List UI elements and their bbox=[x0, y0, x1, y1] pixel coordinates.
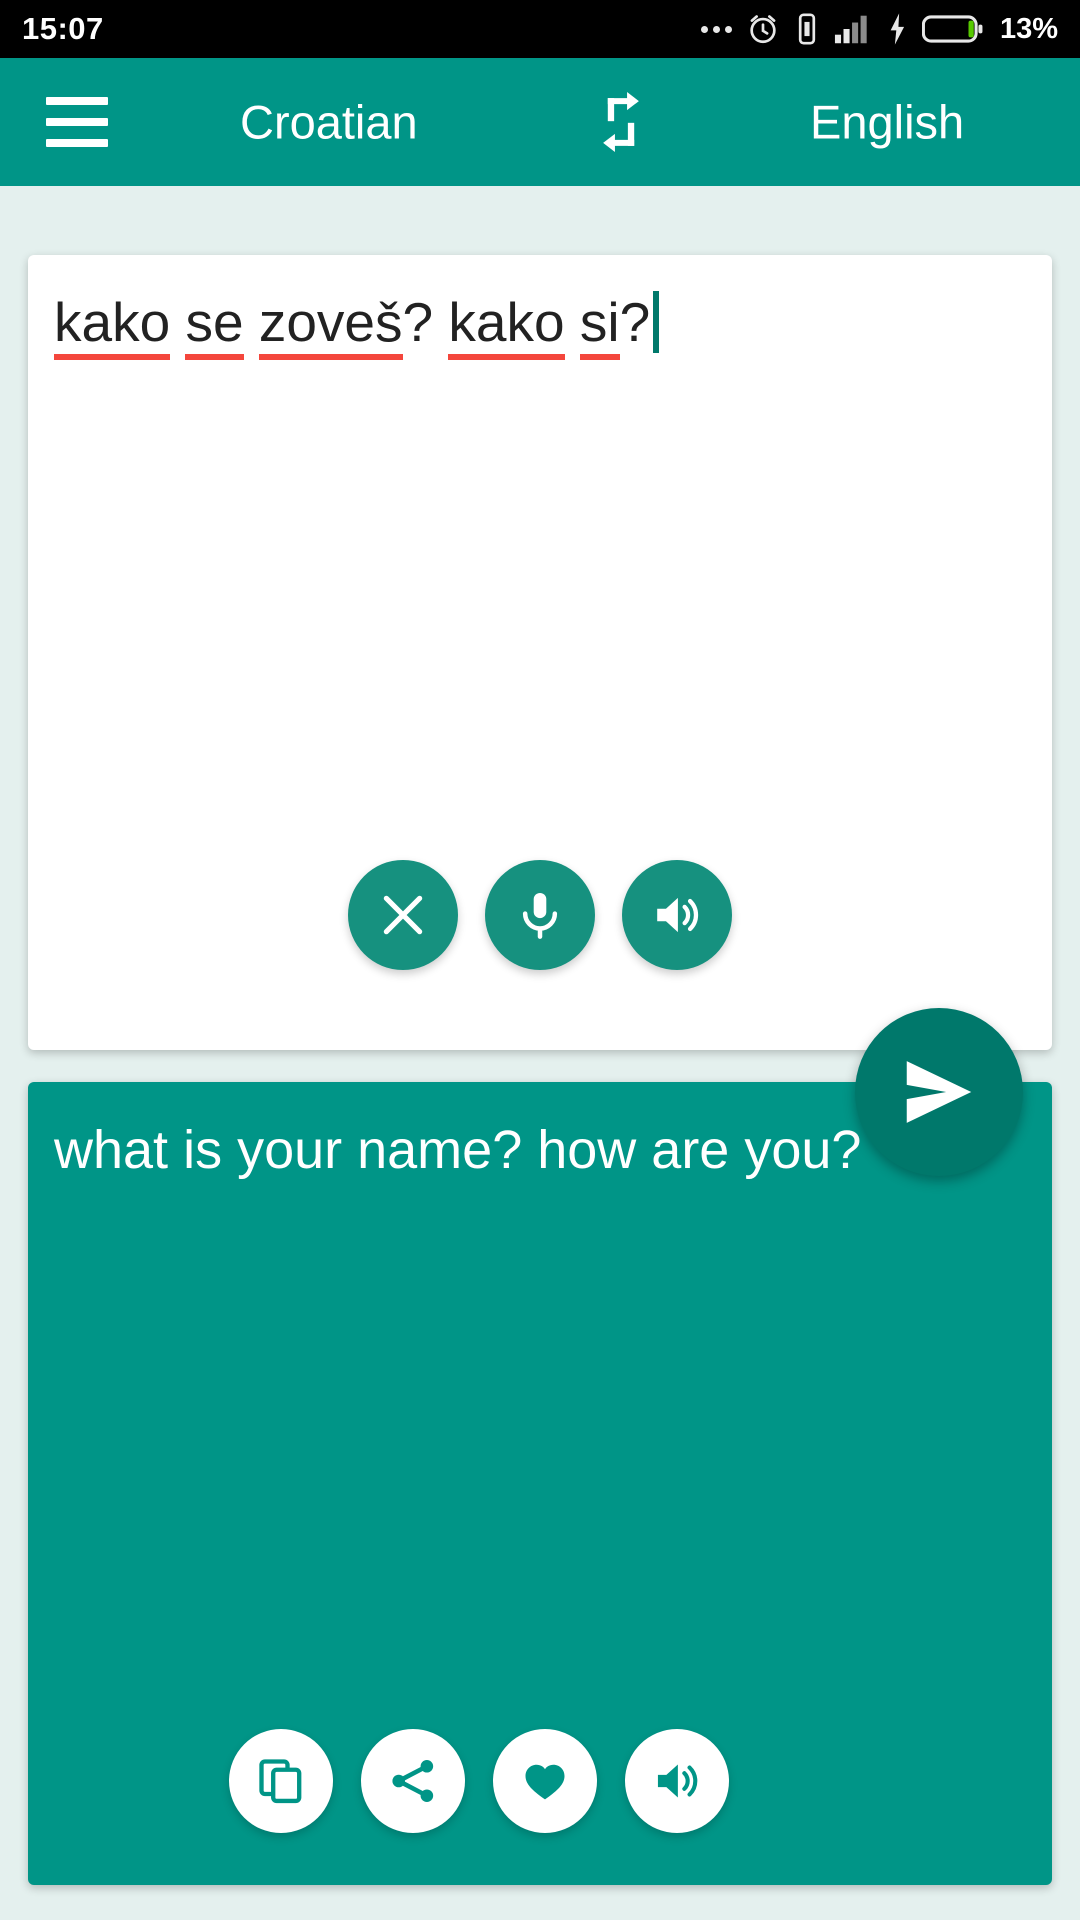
app-screen: 15:07 13% Croatian English kako se zoveš… bbox=[0, 0, 1080, 1920]
source-language-selector[interactable]: Croatian bbox=[240, 95, 418, 150]
translation-speak-button[interactable] bbox=[625, 1729, 729, 1833]
battery-icon bbox=[921, 15, 983, 43]
spellcheck-word: kako bbox=[54, 289, 171, 361]
signal-bars-icon bbox=[834, 15, 867, 44]
microphone-icon bbox=[522, 892, 558, 939]
favorite-button[interactable] bbox=[493, 1729, 597, 1833]
more-dots-icon bbox=[700, 25, 732, 33]
status-icons: 13% bbox=[700, 12, 1058, 46]
swap-languages-icon[interactable] bbox=[585, 86, 657, 158]
source-text-card[interactable]: kako se zoveš? kako si? bbox=[28, 255, 1052, 1050]
speaker-icon bbox=[657, 1764, 698, 1798]
close-icon bbox=[383, 895, 423, 935]
translate-send-button[interactable] bbox=[855, 1008, 1023, 1176]
share-icon bbox=[392, 1759, 434, 1803]
spellcheck-word: zoveš bbox=[258, 289, 403, 361]
voice-input-button[interactable] bbox=[485, 860, 595, 970]
send-icon bbox=[906, 1061, 972, 1123]
copy-button[interactable] bbox=[229, 1729, 333, 1833]
status-time: 15:07 bbox=[22, 11, 104, 46]
source-speak-button[interactable] bbox=[622, 860, 732, 970]
status-bar: 15:07 13% bbox=[0, 0, 1080, 58]
spellcheck-word: se bbox=[185, 289, 244, 361]
speaker-icon bbox=[657, 897, 699, 933]
source-text-input[interactable]: kako se zoveš? kako si? bbox=[54, 289, 1026, 361]
copy-icon bbox=[259, 1759, 302, 1804]
vibrate-icon bbox=[798, 13, 816, 45]
translation-action-bar bbox=[28, 1729, 1052, 1833]
share-button[interactable] bbox=[361, 1729, 465, 1833]
source-action-bar bbox=[28, 860, 1052, 970]
spellcheck-word: si bbox=[579, 289, 620, 361]
charging-bolt-icon bbox=[890, 13, 905, 45]
battery-percent: 13% bbox=[999, 12, 1058, 45]
source-punctuation: ? bbox=[619, 291, 651, 353]
source-punctuation: ? bbox=[402, 291, 434, 353]
heart-icon bbox=[525, 1764, 565, 1800]
alarm-icon bbox=[750, 15, 776, 44]
clear-button[interactable] bbox=[348, 860, 458, 970]
menu-icon[interactable] bbox=[40, 80, 124, 164]
text-caret bbox=[653, 291, 660, 353]
spellcheck-word: kako bbox=[448, 289, 565, 361]
app-bar: Croatian English bbox=[0, 58, 1080, 186]
translation-result-card[interactable]: what is your name? how are you? bbox=[28, 1082, 1052, 1885]
target-language-selector[interactable]: English bbox=[810, 95, 964, 150]
